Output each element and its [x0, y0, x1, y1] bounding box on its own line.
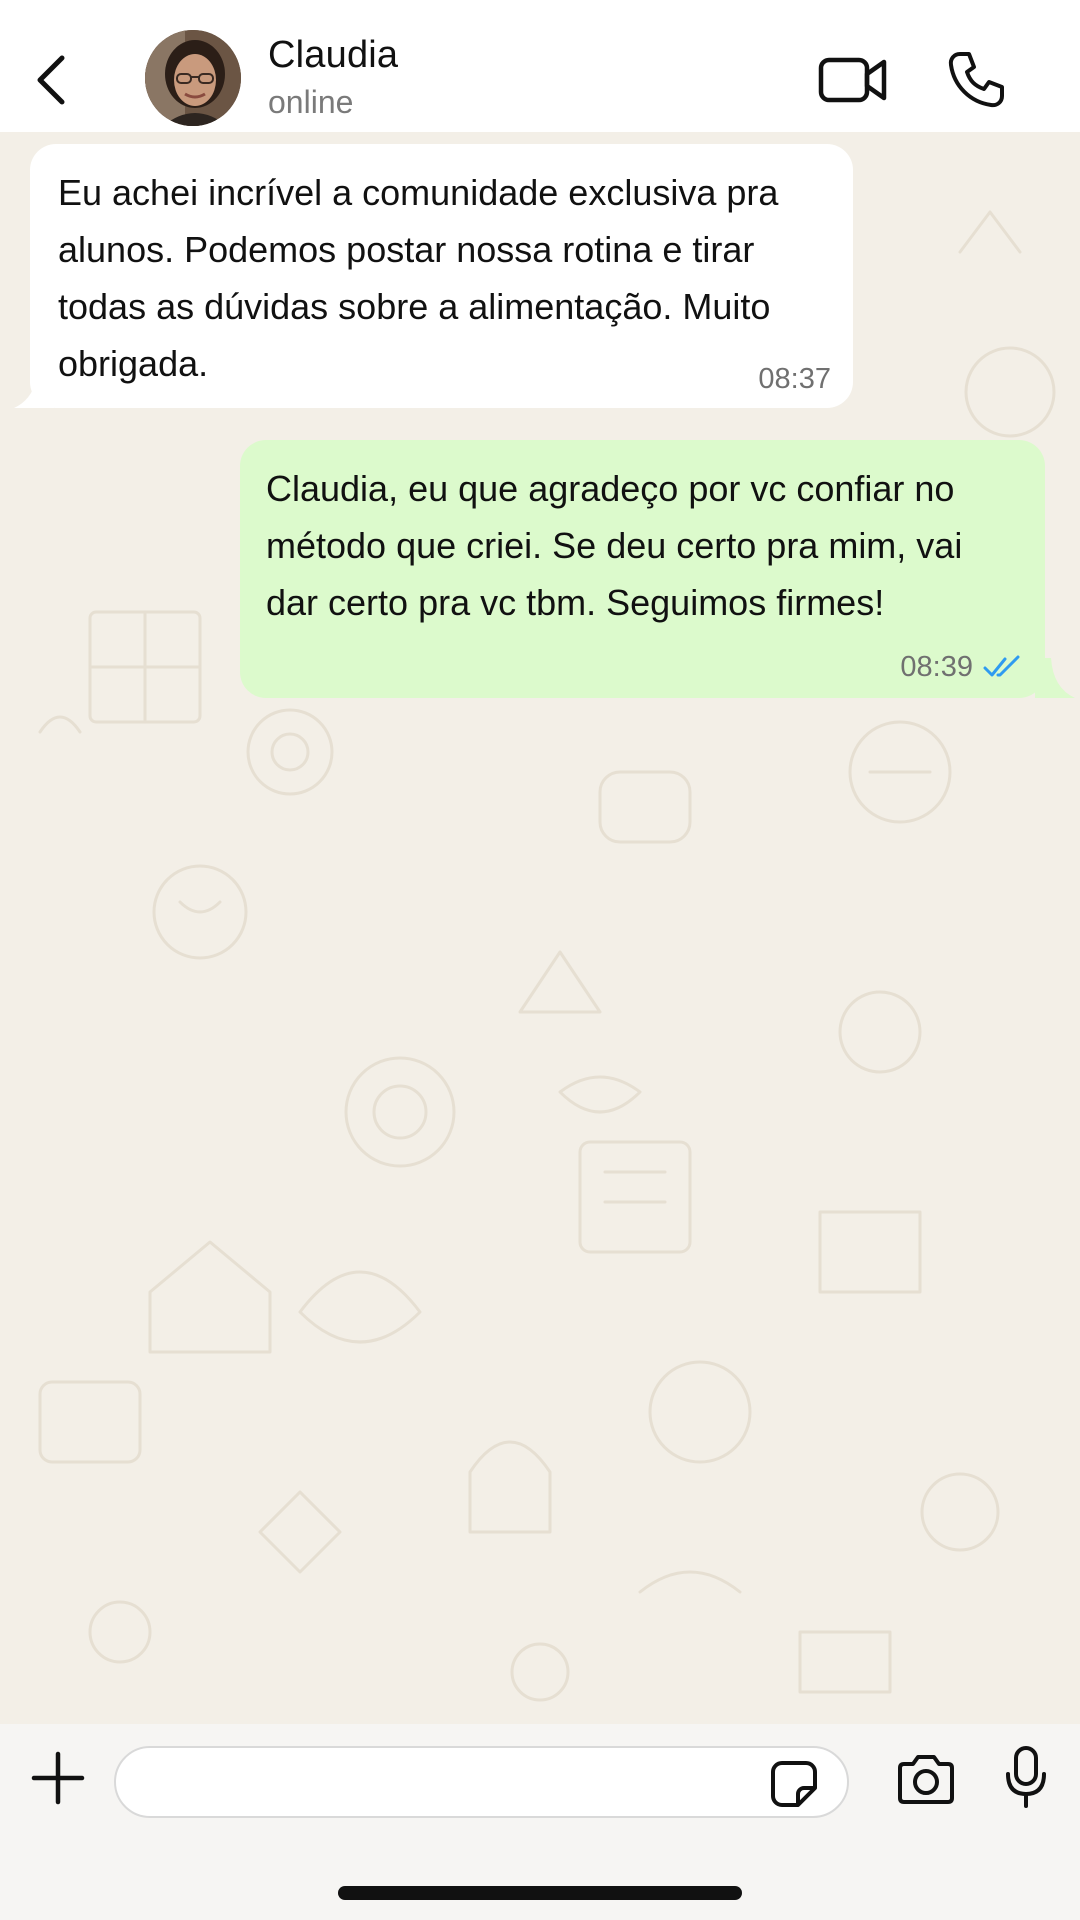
message-bubble-outgoing[interactable]: Claudia, eu que agradeço por vc confiar … [240, 440, 1045, 698]
message-time: 08:37 [758, 363, 831, 395]
message-text: Claudia, eu que agradeço por vc confiar … [266, 468, 963, 623]
chat-header: Claudia online [0, 0, 1080, 132]
chat-area[interactable]: Eu achei incrível a comunidade exclusiva… [0, 132, 1080, 1724]
avatar-photo [145, 30, 241, 126]
bubble-tail-outgoing [1035, 658, 1075, 698]
attach-button[interactable] [30, 1750, 86, 1806]
voice-message-button[interactable] [1004, 1746, 1048, 1810]
contact-status: online [268, 84, 354, 120]
home-indicator[interactable] [338, 1886, 742, 1900]
microphone-icon [1006, 1746, 1046, 1808]
message-bubble-incoming[interactable]: Eu achei incrível a comunidade exclusiva… [30, 144, 853, 408]
chevron-left-icon [37, 55, 65, 105]
plus-icon [31, 1751, 85, 1805]
message-time: 08:39 [900, 651, 973, 683]
back-button[interactable] [30, 52, 74, 108]
composer-bar [0, 1724, 1080, 1920]
avatar[interactable] [145, 30, 241, 126]
video-call-button[interactable] [818, 52, 888, 108]
sticker-icon [771, 1761, 817, 1807]
double-check-read-icon [983, 655, 1020, 677]
phone-icon [948, 52, 1004, 108]
contact-name[interactable]: Claudia [268, 34, 398, 77]
message-input[interactable] [114, 1746, 849, 1818]
camera-button[interactable] [896, 1754, 956, 1806]
message-text: Eu achei incrível a comunidade exclusiva… [58, 172, 779, 384]
camera-icon [898, 1755, 954, 1804]
video-camera-icon [818, 57, 887, 103]
sticker-button[interactable] [770, 1760, 818, 1808]
voice-call-button[interactable] [946, 50, 1006, 110]
bubble-tail-incoming [14, 368, 54, 408]
